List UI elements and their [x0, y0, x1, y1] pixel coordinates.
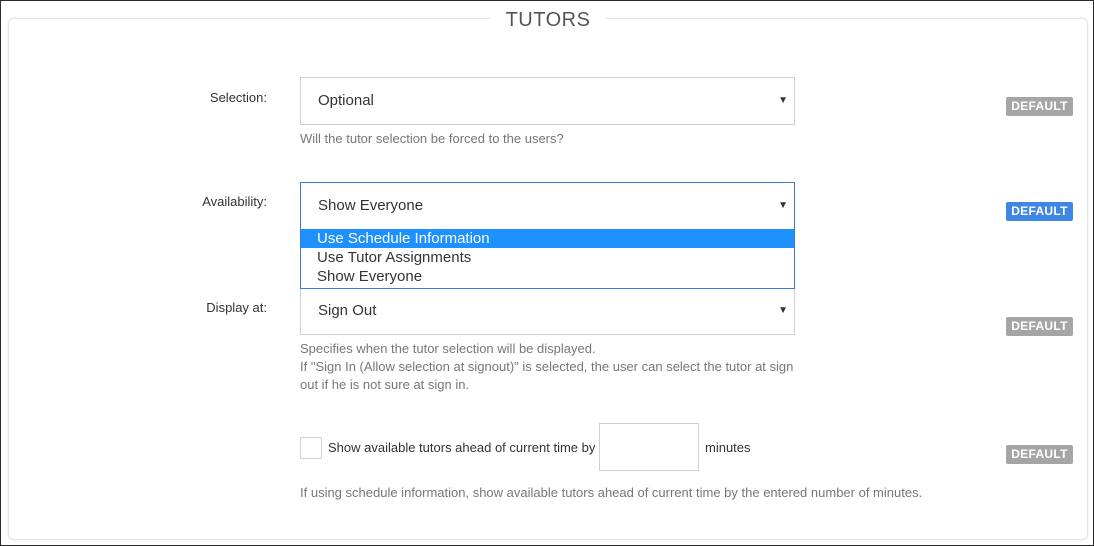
availability-dropdown-list: Use Schedule Information Use Tutor Assig… [300, 229, 795, 289]
minutes-label: minutes [705, 440, 751, 455]
chevron-down-icon: ▼ [778, 200, 788, 211]
chevron-down-icon: ▼ [778, 95, 788, 106]
dropdown-option[interactable]: Use Tutor Assignments [301, 248, 794, 267]
dropdown-option[interactable]: Use Schedule Information [301, 229, 794, 248]
dropdown-option[interactable]: Show Everyone [301, 267, 794, 286]
show-ahead-checkbox[interactable] [300, 437, 322, 459]
ahead-help: If using schedule information, show avai… [300, 485, 923, 500]
display-at-help: Specifies when the tutor selection will … [300, 340, 793, 394]
display-at-value: Sign Out [318, 302, 377, 319]
selection-value: Optional [318, 92, 374, 109]
display-at-help-line: out if he is not sure at sign in. [300, 377, 470, 392]
availability-select[interactable]: Show Everyone ▼ [300, 182, 795, 230]
show-ahead-label: Show available tutors ahead of current t… [328, 440, 596, 455]
section-title: TUTORS [490, 9, 606, 33]
selection-select[interactable]: Optional ▼ [300, 77, 795, 125]
availability-label: Availability: [202, 194, 267, 209]
ahead-default-button[interactable]: DEFAULT [1006, 445, 1073, 464]
availability-default-button[interactable]: DEFAULT [1006, 202, 1073, 221]
minutes-input[interactable] [599, 423, 699, 471]
display-at-select[interactable]: Sign Out ▼ [300, 287, 795, 335]
display-at-label: Display at: [206, 300, 267, 315]
chevron-down-icon: ▼ [778, 305, 788, 316]
display-at-help-line: Specifies when the tutor selection will … [300, 341, 596, 356]
availability-value: Show Everyone [318, 197, 424, 214]
display-at-help-line: If "Sign In (Allow selection at signout)… [300, 359, 794, 374]
display-at-default-button[interactable]: DEFAULT [1006, 317, 1073, 336]
selection-label: Selection: [209, 90, 267, 105]
selection-help: Will the tutor selection be forced to th… [300, 131, 564, 146]
selection-default-button[interactable]: DEFAULT [1006, 97, 1073, 116]
